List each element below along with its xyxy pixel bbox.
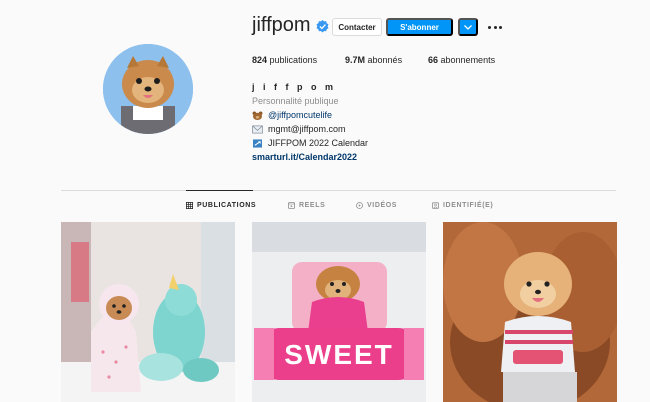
post-thumbnail[interactable]: SWEET — [252, 222, 426, 402]
grid-icon — [186, 202, 193, 209]
tabs-divider — [61, 190, 616, 191]
tab-reels-label: REELS — [299, 202, 326, 209]
bio-mention-link[interactable]: @jiffpomcutelife — [268, 110, 332, 120]
bio-line-instagram: @jiffpomcutelife — [252, 110, 332, 120]
more-options-icon[interactable] — [488, 18, 502, 36]
active-tab-indicator — [186, 190, 253, 191]
reels-icon — [288, 202, 295, 209]
following-stat[interactable]: 66 abonnements — [428, 55, 495, 65]
posts-count: 824 — [252, 55, 268, 65]
bio-email-text: mgmt@jiffpom.com — [268, 124, 346, 134]
following-label: abonnements — [440, 55, 496, 65]
suggestions-dropdown-button[interactable] — [458, 18, 478, 36]
username-text: jiffpom — [252, 14, 311, 36]
post-thumbnail[interactable] — [443, 222, 617, 402]
tab-tagged-label: IDENTIFIÉ(E) — [443, 202, 494, 209]
followers-label: abonnés — [367, 55, 403, 65]
tab-videos-label: VIDÉOS — [367, 202, 398, 209]
video-icon — [356, 202, 363, 209]
email-icon — [252, 125, 263, 133]
post-thumbnail[interactable] — [61, 222, 235, 402]
bio-line-calendar: JIFFPOM 2022 Calendar — [252, 138, 368, 148]
profile-website-link[interactable]: smarturl.it/Calendar2022 — [252, 152, 357, 162]
contact-button[interactable]: Contacter — [332, 18, 382, 36]
category-label: Personnalité publique — [252, 96, 339, 106]
bio-calendar-text: JIFFPOM 2022 Calendar — [268, 138, 369, 148]
profile-avatar[interactable] — [103, 44, 193, 134]
chevron-down-icon — [464, 24, 472, 30]
posts-label: publications — [269, 55, 318, 65]
sweet-text: SWEET — [284, 339, 394, 370]
tag-icon — [432, 202, 439, 209]
verified-badge-icon — [316, 20, 329, 33]
follow-button[interactable]: S'abonner — [386, 18, 453, 36]
followers-count: 9.7M — [345, 55, 366, 65]
tab-publications[interactable]: PUBLICATIONS — [186, 202, 256, 209]
posts-stat: 824 publications — [252, 55, 317, 65]
followers-stat[interactable]: 9.7M abonnés — [345, 55, 402, 65]
calendar-icon — [253, 138, 262, 148]
username: jiffpom — [252, 14, 329, 37]
bio-line-email: mgmt@jiffpom.com — [252, 124, 345, 134]
following-count: 66 — [428, 55, 439, 65]
tab-tagged[interactable]: IDENTIFIÉ(E) — [432, 202, 493, 209]
tab-videos[interactable]: VIDÉOS — [356, 202, 397, 209]
full-name: j i f f p o m — [252, 82, 336, 92]
tab-reels[interactable]: REELS — [288, 202, 325, 209]
tab-publications-label: PUBLICATIONS — [197, 202, 257, 209]
bear-icon — [252, 110, 263, 120]
